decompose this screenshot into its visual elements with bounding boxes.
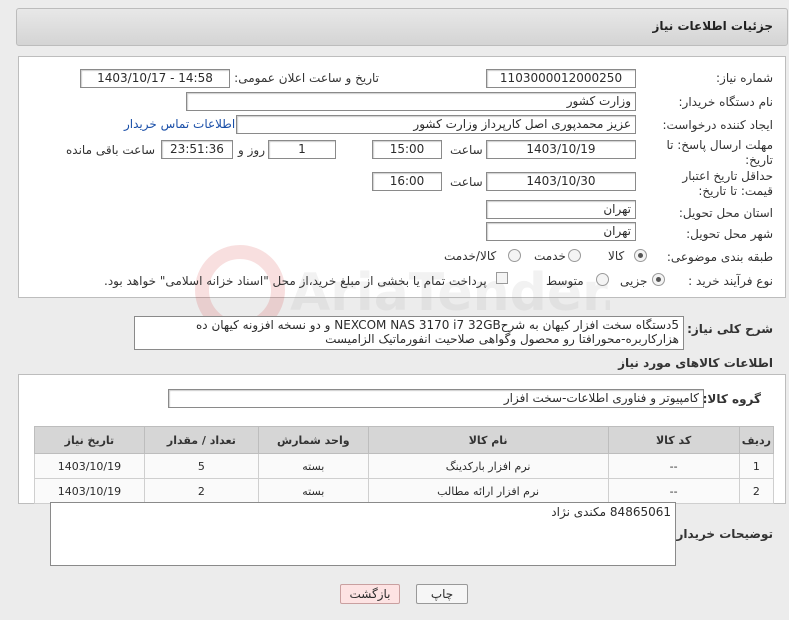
buyer-notes-field[interactable]: 84865061 مکندی نژاد	[50, 502, 676, 566]
requester-field[interactable]: عزیز محمدپوری اصل کارپرداز وزارت کشور	[236, 115, 636, 134]
cell-unit: بسته	[257, 453, 369, 479]
goods-group-field[interactable]: کامپیوتر و فناوری اطلاعات-سخت افزار	[168, 389, 704, 408]
price-time-field[interactable]: 16:00	[372, 172, 442, 191]
col-code: کد کالا	[607, 426, 740, 454]
days-label: روز و	[238, 143, 265, 157]
col-name: نام کالا	[367, 426, 609, 454]
buyer-contact-link[interactable]: اطلاعات تماس خریدار	[124, 117, 235, 131]
remaining-label: ساعت باقی مانده	[66, 143, 156, 157]
category-goods-radio[interactable]	[634, 249, 647, 262]
print-button[interactable]: چاپ	[416, 584, 468, 604]
buyer-notes-label: توضیحات خریدار:	[671, 527, 773, 541]
cell-name: نرم افزار بارکدینگ	[367, 453, 609, 479]
process-small-label: جزیی	[620, 274, 648, 288]
reply-deadline-label: مهلت ارسال پاسخ: تا تاریخ:	[666, 138, 773, 167]
cell-row: 2	[738, 478, 775, 504]
goods-section-heading: اطلاعات کالاهای مورد نیاز	[618, 356, 773, 370]
category-both-label: کالا/خدمت	[444, 249, 497, 263]
reply-date-field[interactable]: 1403/10/19	[486, 140, 636, 159]
cell-code: --	[607, 478, 740, 504]
svg-text:AriaTender.neT: AriaTender.neT	[290, 263, 610, 323]
back-button[interactable]: بازگشت	[340, 584, 400, 604]
cell-name: نرم افزار ارائه مطالب	[367, 478, 609, 504]
description-label: شرح کلی نیاز:	[687, 322, 773, 336]
col-unit: واحد شمارش	[257, 426, 369, 454]
category-label: طبقه بندی موضوعی:	[666, 250, 773, 264]
goods-table: ردیف کد کالا نام کالا واحد شمارش تعداد /…	[34, 426, 775, 504]
col-date: تاریخ نیاز	[34, 426, 145, 454]
category-both-radio[interactable]	[508, 249, 521, 262]
cell-qty: 5	[143, 453, 259, 479]
process-medium-label: متوسط	[546, 274, 584, 288]
cell-code: --	[607, 453, 740, 479]
category-service-label: خدمت	[534, 249, 566, 263]
remaining-time-field[interactable]: 23:51:36	[161, 140, 233, 159]
table-row: 1 -- نرم افزار بارکدینگ بسته 5 1403/10/1…	[34, 453, 775, 479]
requester-label: ایجاد کننده درخواست:	[662, 118, 773, 132]
city-label: شهر محل تحویل:	[686, 227, 773, 241]
cell-qty: 2	[143, 478, 259, 504]
process-small-radio[interactable]	[652, 273, 665, 286]
days-count-field[interactable]: 1	[268, 140, 336, 159]
cell-unit: بسته	[257, 478, 369, 504]
cell-date: 1403/10/19	[34, 453, 145, 479]
process-label: نوع فرآیند خرید :	[688, 274, 773, 288]
page-header: جزئیات اطلاعات نیاز	[16, 8, 788, 46]
city-field[interactable]: تهران	[486, 222, 636, 241]
need-number-label: شماره نیاز:	[716, 71, 773, 85]
need-number-field[interactable]: 1103000012000250	[486, 69, 636, 88]
price-validity-label: حداقل تاریخ اعتبار قیمت: تا تاریخ:	[682, 169, 773, 198]
announce-label: تاریخ و ساعت اعلان عمومی:	[234, 71, 379, 85]
treasury-payment-checkbox[interactable]	[496, 272, 508, 284]
page-title: جزئیات اطلاعات نیاز	[652, 19, 773, 33]
treasury-payment-note: پرداخت تمام یا بخشی از مبلغ خرید،از محل …	[104, 274, 487, 288]
category-goods-label: کالا	[608, 249, 625, 263]
reply-time-label: ساعت	[450, 143, 483, 157]
process-medium-radio[interactable]	[596, 273, 609, 286]
reply-time-field[interactable]: 15:00	[372, 140, 442, 159]
buyer-org-field[interactable]: وزارت کشور	[186, 92, 636, 111]
goods-group-label: گروه کالا:	[702, 392, 761, 406]
price-date-field[interactable]: 1403/10/30	[486, 172, 636, 191]
col-row: ردیف	[738, 426, 775, 454]
cell-date: 1403/10/19	[34, 478, 145, 504]
cell-row: 1	[738, 453, 775, 479]
price-time-label: ساعت	[450, 175, 483, 189]
col-qty: تعداد / مقدار	[143, 426, 259, 454]
announce-field[interactable]: 1403/10/17 - 14:58	[80, 69, 230, 88]
table-header-row: ردیف کد کالا نام کالا واحد شمارش تعداد /…	[34, 426, 775, 454]
province-label: استان محل تحویل:	[678, 206, 773, 220]
category-service-radio[interactable]	[568, 249, 581, 262]
table-row: 2 -- نرم افزار ارائه مطالب بسته 2 1403/1…	[34, 478, 775, 504]
province-field[interactable]: تهران	[486, 200, 636, 219]
buyer-org-label: نام دستگاه خریدار:	[678, 95, 774, 109]
description-field[interactable]: 5دستگاه سخت افزار کیهان به شرحNEXCOM NAS…	[134, 316, 684, 350]
